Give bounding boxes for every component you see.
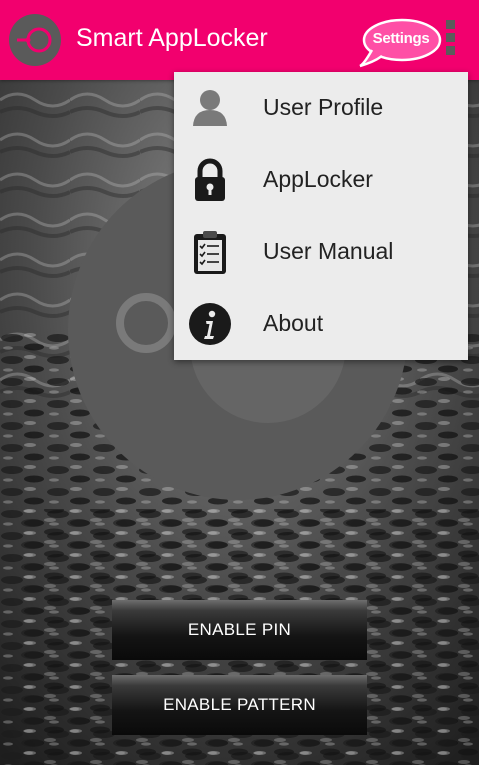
settings-button[interactable]: Settings xyxy=(358,30,444,47)
user-profile-icon xyxy=(193,90,227,126)
app-title: Smart AppLocker xyxy=(76,24,268,52)
menu-item-label: User Profile xyxy=(263,94,384,120)
menu-item-about[interactable]: About xyxy=(174,288,468,360)
menu-item-label: AppLocker xyxy=(263,166,373,192)
app-screen: Smart AppLocker Settings User Profile Ap… xyxy=(0,0,479,765)
enable-pattern-button[interactable]: ENABLE PATTERN xyxy=(112,675,367,735)
overflow-dropdown-menu: User Profile AppLocker User Manual About xyxy=(174,72,468,360)
lock-circle-icon[interactable] xyxy=(9,14,61,66)
menu-item-applocker[interactable]: AppLocker xyxy=(174,144,468,216)
clipboard-icon xyxy=(194,231,226,274)
overflow-menu-icon[interactable] xyxy=(442,20,458,64)
menu-item-user-manual[interactable]: User Manual xyxy=(174,216,468,288)
menu-item-label: User Manual xyxy=(263,238,394,264)
enable-pin-button[interactable]: ENABLE PIN xyxy=(112,600,367,660)
menu-item-label: About xyxy=(263,310,324,336)
menu-item-user-profile[interactable]: User Profile xyxy=(174,72,468,144)
app-toolbar: Smart AppLocker Settings xyxy=(0,0,479,80)
info-icon xyxy=(189,303,231,345)
padlock-icon xyxy=(195,158,225,201)
